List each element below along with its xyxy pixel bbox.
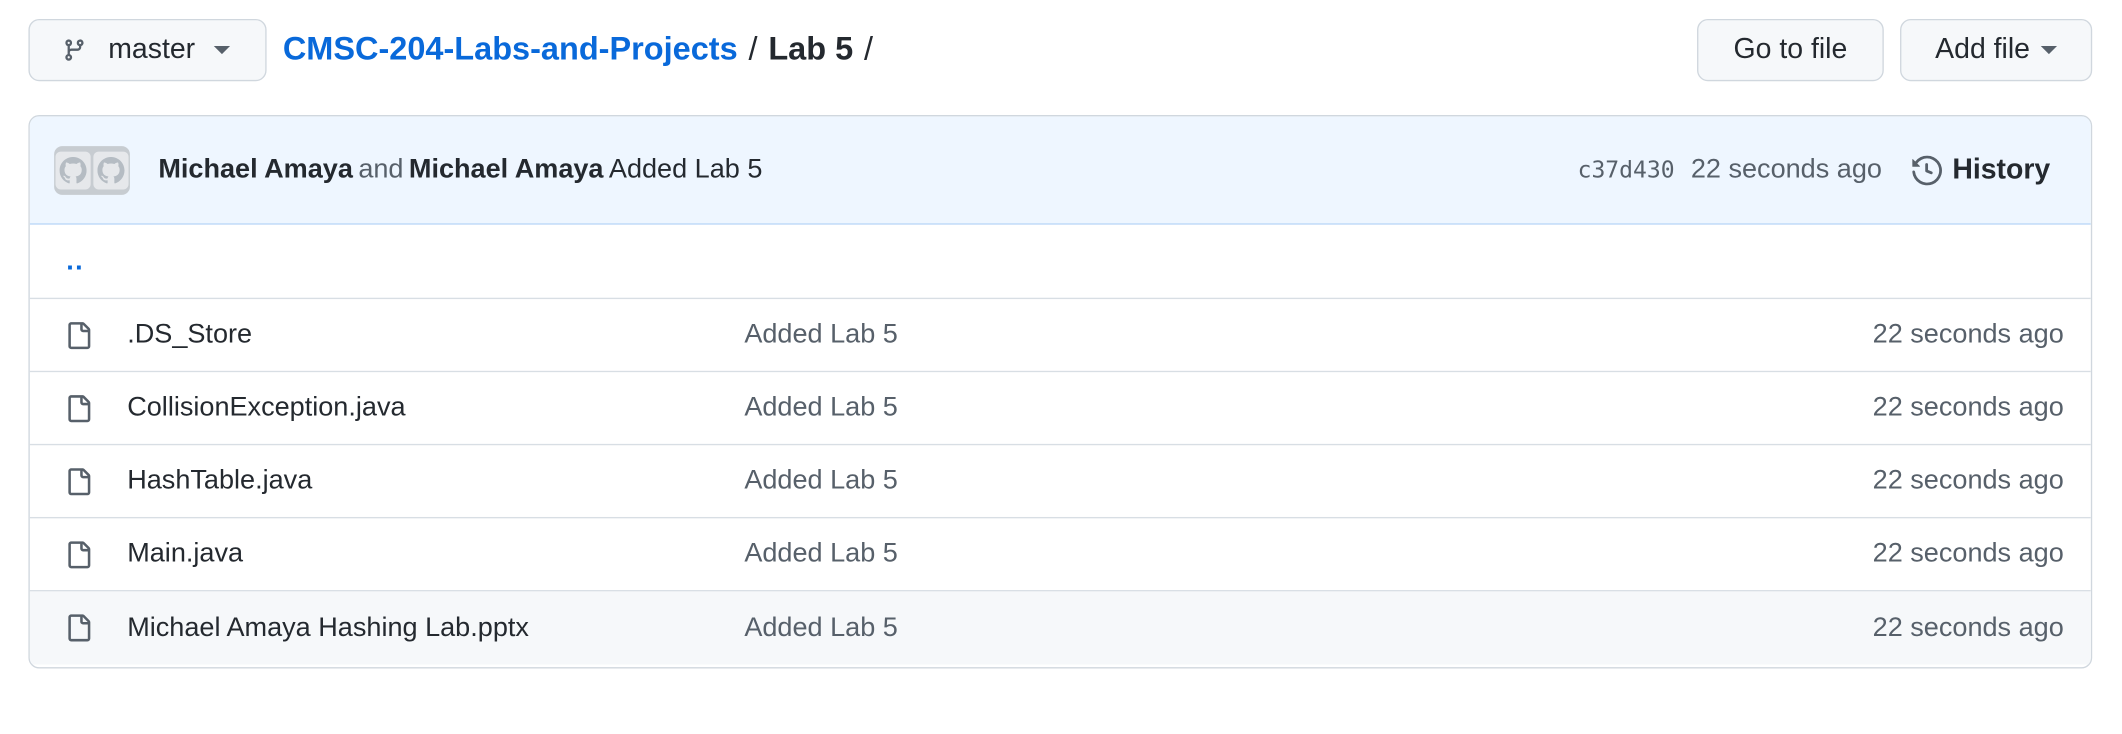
chevron-down-icon [214,46,231,55]
file-name-link[interactable]: CollisionException.java [127,392,744,423]
commit-sha-link[interactable]: c37d430 [1578,156,1675,183]
add-file-label: Add file [1935,33,2030,65]
file-icon [65,320,92,350]
latest-commit-bar: Michael Amaya and Michael Amaya Added Lab 5… [29,116,2091,225]
file-actions: Go to file Add file [1697,18,2093,82]
file-row: Michael Amaya Hashing Lab.pptx Added Lab… [29,591,2091,665]
file-name-link[interactable]: Main.java [127,539,744,570]
file-commit-message-link[interactable]: Added Lab 5 [744,466,898,497]
history-icon [1911,154,1942,185]
breadcrumb-trailing-separator: / [863,31,874,68]
commit-time: 22 seconds ago [1690,154,1882,185]
file-list-box: Michael Amaya and Michael Amaya Added Lab 5… [28,115,2093,669]
file-commit-message-link[interactable]: Added Lab 5 [744,319,898,350]
file-icon [65,393,92,423]
file-name-link[interactable]: Michael Amaya Hashing Lab.pptx [127,612,744,643]
breadcrumb-current-dir: Lab 5 [768,31,854,68]
file-commit-message-link[interactable]: Added Lab 5 [744,612,898,643]
file-commit-age: 22 seconds ago [1872,392,2064,423]
commit-and-text: and [358,154,404,185]
history-link[interactable]: History [1911,153,2051,186]
file-row: HashTable.java Added Lab 5 22 seconds ag… [29,445,2091,519]
file-commit-age: 22 seconds ago [1872,319,2064,350]
file-commit-age: 22 seconds ago [1872,612,2064,643]
file-row: Main.java Added Lab 5 22 seconds ago [29,518,2091,592]
parent-directory-link[interactable]: .. [66,246,84,277]
commit-coauthor-link[interactable]: Michael Amaya [409,154,604,184]
history-label: History [1952,153,2051,185]
chevron-down-icon [2040,46,2058,55]
file-commit-message-link[interactable]: Added Lab 5 [744,539,898,570]
breadcrumb-repo-link[interactable]: CMSC-204-Labs-and-Projects [283,31,738,69]
file-row: .DS_Store Added Lab 5 22 seconds ago [29,299,2091,373]
branch-name: master [108,33,196,65]
github-avatar-icon [55,150,91,189]
commit-author-link[interactable]: Michael Amaya [158,154,353,184]
go-to-file-label: Go to file [1733,33,1848,65]
commit-message-link[interactable]: Added Lab 5 [609,154,763,184]
file-icon [65,613,92,643]
branch-selector-button[interactable]: master [28,18,267,82]
parent-directory-row: .. [29,225,2091,300]
github-avatar-icon [93,150,129,189]
go-to-file-button[interactable]: Go to file [1697,18,1884,82]
file-row: CollisionException.java Added Lab 5 22 s… [29,372,2091,446]
add-file-button[interactable]: Add file [1900,18,2093,82]
commit-meta: c37d430 22 seconds ago History [1578,154,2067,186]
file-commit-age: 22 seconds ago [1872,465,2064,496]
commit-summary: Michael Amaya and Michael Amaya Added Lab 5 [158,154,762,185]
avatar[interactable] [54,145,130,195]
page: master CMSC-204-Labs-and-Projects / Lab … [0,0,2122,733]
file-commit-age: 22 seconds ago [1872,538,2064,569]
file-commit-message-link[interactable]: Added Lab 5 [744,392,898,423]
top-bar: master CMSC-204-Labs-and-Projects / Lab … [28,18,2093,82]
file-name-link[interactable]: HashTable.java [127,466,744,497]
breadcrumb: CMSC-204-Labs-and-Projects / Lab 5 / [283,31,884,69]
file-name-link[interactable]: .DS_Store [127,319,744,350]
git-branch-icon [65,39,84,61]
breadcrumb-separator: / [748,31,758,68]
file-icon [65,466,92,496]
file-icon [65,539,92,569]
